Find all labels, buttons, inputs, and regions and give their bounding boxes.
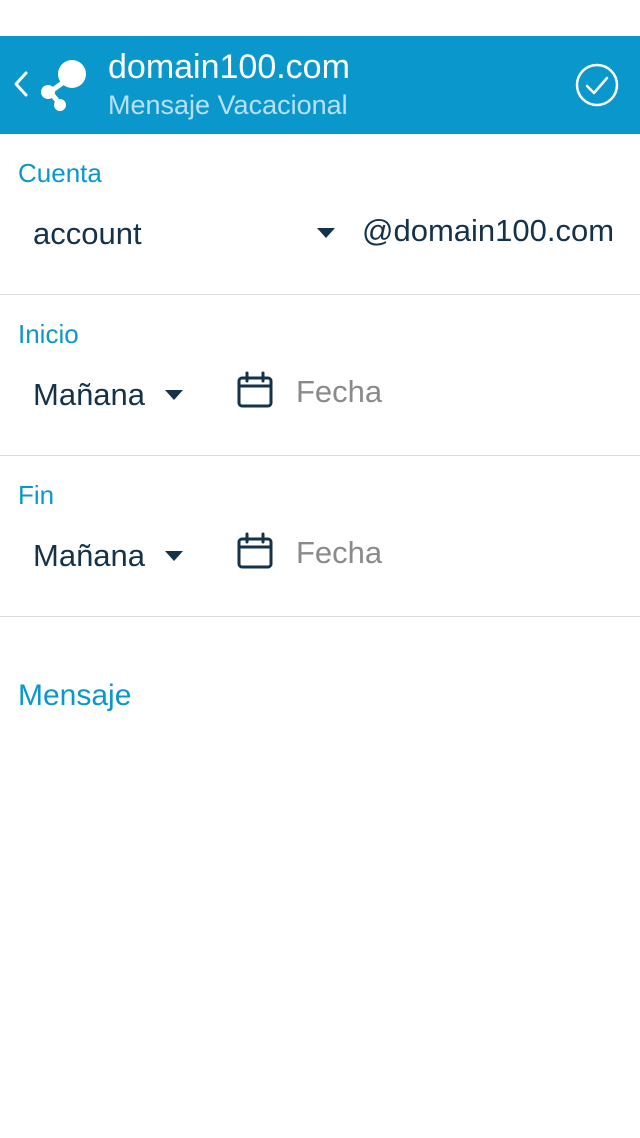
account-dropdown-caret[interactable]	[317, 228, 335, 238]
end-dropdown[interactable]: Mañana	[0, 526, 200, 586]
start-date-field[interactable]: Fecha	[296, 374, 382, 410]
app-bar: domain100.com Mensaje Vacacional	[0, 36, 640, 134]
calendar-icon[interactable]	[236, 371, 274, 409]
end-label: Fin	[18, 480, 55, 510]
account-domain: @domain100.com	[362, 213, 615, 248]
page-subtitle: Mensaje Vacacional	[108, 90, 348, 120]
end-section: Fin Mañana Fecha	[0, 456, 640, 617]
message-label: Mensaje	[18, 679, 132, 712]
calendar-icon[interactable]	[236, 532, 274, 570]
start-label: Inicio	[18, 319, 79, 349]
end-date-field[interactable]: Fecha	[296, 535, 382, 571]
account-section: Cuenta account @domain100.com	[0, 134, 640, 295]
title-block: domain100.com Mensaje Vacacional	[108, 46, 350, 122]
chevron-left-icon	[14, 71, 28, 97]
confirm-button[interactable]	[574, 62, 620, 108]
share-node-icon	[41, 60, 86, 111]
start-dropdown-caret	[165, 390, 183, 400]
start-dropdown[interactable]: Mañana	[0, 365, 200, 425]
account-label: Cuenta	[18, 158, 102, 188]
end-dropdown-caret	[165, 551, 183, 561]
start-section: Inicio Mañana Fecha	[0, 295, 640, 456]
start-dropdown-value: Mañana	[33, 377, 146, 412]
status-bar	[0, 0, 640, 36]
end-dropdown-value: Mañana	[33, 538, 146, 573]
message-input[interactable]	[0, 720, 640, 1120]
check-circle-icon	[575, 63, 619, 107]
page-title: domain100.com	[108, 48, 350, 86]
account-input[interactable]: account	[33, 216, 142, 252]
back-button[interactable]	[6, 66, 36, 102]
